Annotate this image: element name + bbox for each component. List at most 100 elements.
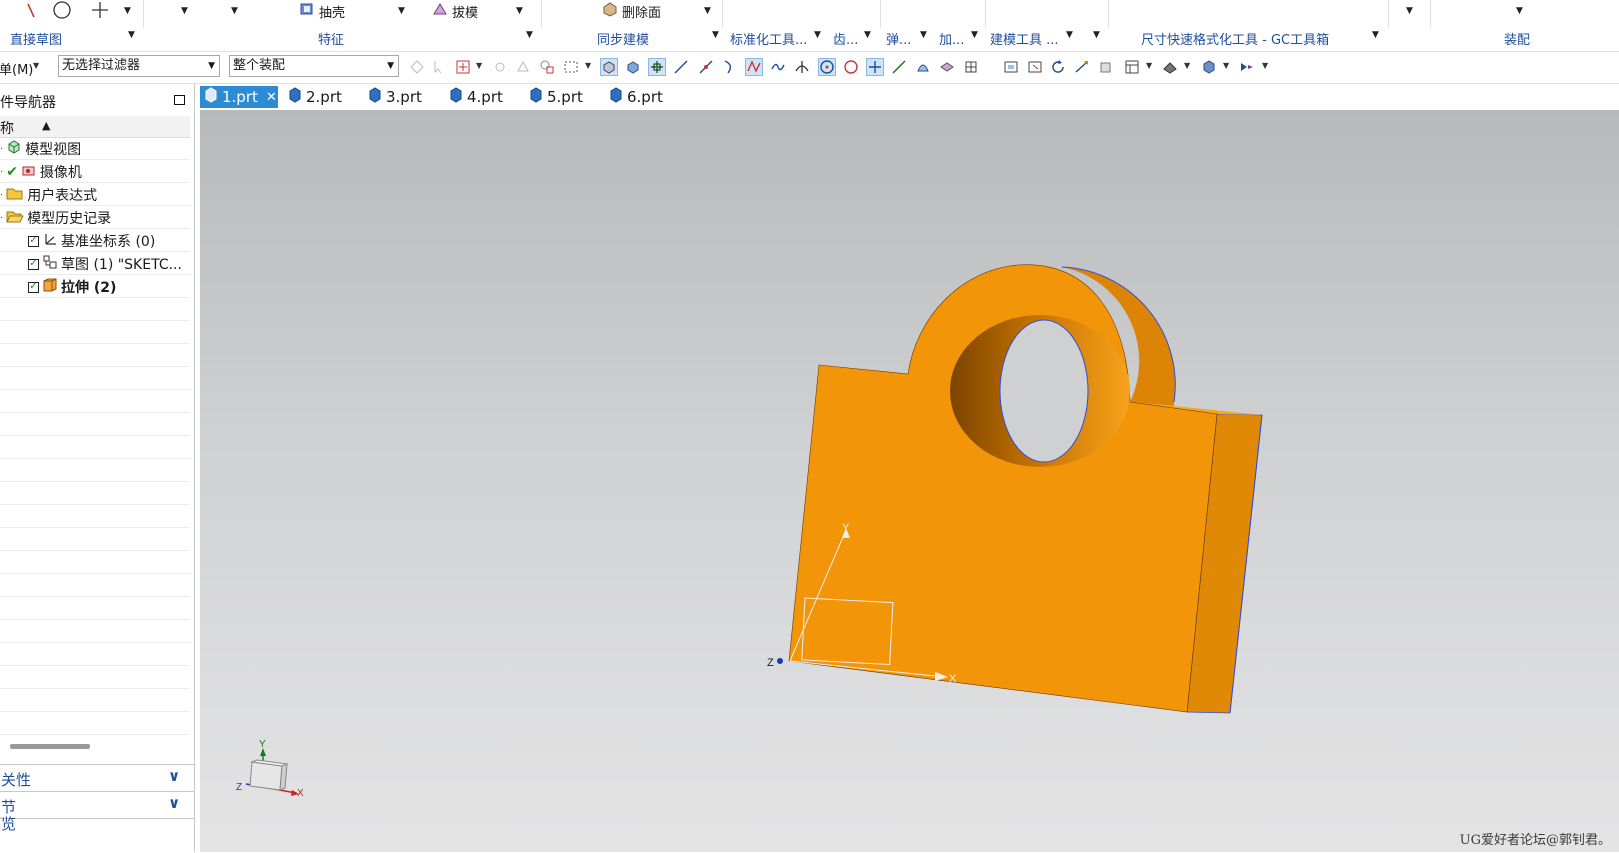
horizontal-scrollbar[interactable]: [10, 744, 90, 749]
rotate-icon[interactable]: [1049, 58, 1067, 76]
tree-node-camera[interactable]: · ✔ 摄像机: [0, 160, 190, 183]
group-extra-caret[interactable]: ▼: [1093, 30, 1100, 40]
group-sync-caret[interactable]: ▼: [712, 30, 719, 40]
maximize-icon[interactable]: [174, 95, 185, 105]
feature-select-icon[interactable]: [454, 58, 472, 76]
group-add[interactable]: 加...: [939, 29, 964, 48]
layout-caret[interactable]: ▼: [1146, 61, 1152, 70]
tree-node-extrude[interactable]: ✓ 拉伸 (2): [0, 275, 190, 298]
snap-icon[interactable]: [491, 58, 509, 76]
selection-scope-dropdown[interactable]: 整个装配 ▼: [229, 55, 399, 77]
sync-caret[interactable]: ▼: [704, 6, 711, 16]
group-gear[interactable]: 齿...: [833, 29, 858, 48]
group-feature-caret[interactable]: ▼: [526, 30, 533, 40]
solid-view-icon[interactable]: [624, 58, 642, 76]
group-direct-sketch[interactable]: 直接草图: [10, 29, 62, 48]
group-add-caret[interactable]: ▼: [971, 30, 978, 40]
tab-2-prt[interactable]: 2.prt: [284, 86, 346, 108]
snap-existing-point-icon[interactable]: [866, 58, 884, 76]
feature-select-caret[interactable]: ▼: [476, 61, 482, 70]
snap-arc-center-icon[interactable]: [818, 58, 836, 76]
group-modeling-caret[interactable]: ▼: [1066, 30, 1073, 40]
body-select-icon[interactable]: [514, 58, 532, 76]
snap-quadrant-icon[interactable]: [842, 58, 860, 76]
visibility-checkbox[interactable]: ✓: [28, 235, 39, 247]
snap-spline-icon[interactable]: [769, 58, 787, 76]
line-tool-icon[interactable]: [24, 0, 38, 22]
render-style-caret[interactable]: ▼: [1184, 61, 1190, 70]
group-spring-caret[interactable]: ▼: [920, 30, 927, 40]
group-spring[interactable]: 弹...: [886, 29, 911, 48]
group-gear-caret[interactable]: ▼: [864, 30, 871, 40]
group-gc-caret[interactable]: ▼: [1372, 30, 1379, 40]
tab-3-prt[interactable]: 3.prt: [364, 86, 426, 108]
expand-toggle-icon[interactable]: ·: [0, 190, 3, 201]
rectangle-select-caret[interactable]: ▼: [585, 61, 591, 70]
sort-ascending-icon[interactable]: ▲: [42, 119, 50, 132]
tab-1-prt[interactable]: 1.prt ✕: [200, 86, 278, 108]
render-style-icon[interactable]: [1161, 58, 1179, 76]
tree-node-model-history[interactable]: · 模型历史记录: [0, 206, 190, 229]
snap-on-surface-icon[interactable]: [914, 58, 932, 76]
view-options-icon[interactable]: [1238, 58, 1256, 76]
feature-caret-1[interactable]: ▼: [181, 6, 188, 16]
visibility-checkbox[interactable]: ✓: [28, 258, 39, 270]
shell-button[interactable]: 抽壳: [299, 0, 345, 22]
select-arrow-icon[interactable]: [431, 58, 449, 76]
zoom-icon[interactable]: [1026, 58, 1044, 76]
preview-panel[interactable]: 预览: [0, 815, 194, 853]
group-feature[interactable]: 特征: [318, 29, 344, 48]
group-gc-toolbox[interactable]: 尺寸快速格式化工具 - GC工具箱: [1141, 29, 1329, 48]
snap-line-icon[interactable]: [672, 58, 690, 76]
delete-face-button[interactable]: 删除面: [602, 0, 661, 22]
shaded-view-icon[interactable]: [600, 58, 618, 76]
misc-caret[interactable]: ▼: [1406, 6, 1413, 16]
navigator-column-header[interactable]: 名称 ▲: [0, 116, 190, 138]
view-cube-caret[interactable]: ▼: [1223, 61, 1229, 70]
group-standard-caret[interactable]: ▼: [814, 30, 821, 40]
draft-button[interactable]: 拔模: [432, 0, 478, 22]
tree-node-datum-csys[interactable]: ✓ 基准坐标系 (0): [0, 229, 190, 252]
orange-part-model[interactable]: [788, 264, 1263, 714]
rectangle-select-icon[interactable]: [562, 58, 580, 76]
snap-grid-icon[interactable]: [962, 58, 980, 76]
snap-midpoint-icon[interactable]: [697, 58, 715, 76]
tree-node-user-expressions[interactable]: · 用户表达式: [0, 183, 190, 206]
point-tool-icon[interactable]: [90, 0, 110, 22]
snap-on-curve-icon[interactable]: [890, 58, 908, 76]
view-orient-icon[interactable]: [1097, 58, 1115, 76]
view-cube-icon[interactable]: [1200, 58, 1218, 76]
group-standard-tools[interactable]: 标准化工具...: [730, 29, 807, 48]
type-filter-dropdown[interactable]: 无选择过滤器 ▼: [58, 55, 220, 77]
group-modeling-tools[interactable]: 建模工具 ...: [990, 29, 1059, 48]
snap-endpoint-icon[interactable]: [648, 58, 666, 76]
feature-caret-3[interactable]: ▼: [398, 6, 405, 16]
chevron-down-icon[interactable]: ∨: [168, 767, 180, 785]
circle-tool-icon[interactable]: [52, 0, 72, 22]
snap-control-point-icon[interactable]: [745, 58, 763, 76]
group-direct-sketch-caret[interactable]: ▼: [128, 30, 135, 40]
tree-node-model-views[interactable]: · 模型视图: [0, 137, 190, 160]
chevron-down-icon[interactable]: ∨: [168, 794, 180, 812]
menu-button[interactable]: 菜单(M): [0, 59, 33, 78]
layout-icon[interactable]: [1123, 58, 1141, 76]
expand-toggle-icon[interactable]: ·: [0, 144, 3, 155]
feature-caret-4[interactable]: ▼: [516, 6, 523, 16]
tab-6-prt[interactable]: 6.prt: [605, 86, 667, 108]
snap-curve-icon[interactable]: [721, 58, 739, 76]
visibility-checkbox[interactable]: ✓: [28, 281, 39, 293]
assembly-caret[interactable]: ▼: [1516, 6, 1523, 16]
tab-4-prt[interactable]: 4.prt: [445, 86, 507, 108]
pan-icon[interactable]: [1073, 58, 1091, 76]
tree-node-sketch[interactable]: ✓ 草图 (1) "SKETC...: [0, 252, 190, 275]
group-sync-modeling[interactable]: 同步建模: [597, 29, 649, 48]
sketch-more-caret[interactable]: ▼: [124, 6, 131, 16]
menu-caret[interactable]: ▼: [33, 61, 39, 70]
feature-caret-2[interactable]: ▼: [231, 6, 238, 16]
graphics-viewport[interactable]: Y X Z Y X Z UG爱好者论坛@郭钊君。: [200, 110, 1619, 852]
collapse-toggle-icon[interactable]: ·: [0, 213, 3, 224]
details-panel[interactable]: 细节 ∨: [0, 791, 194, 818]
close-icon[interactable]: ✕: [266, 90, 277, 105]
group-assembly[interactable]: 装配: [1504, 29, 1530, 48]
dependencies-panel[interactable]: 相关性 ∨: [0, 764, 194, 791]
